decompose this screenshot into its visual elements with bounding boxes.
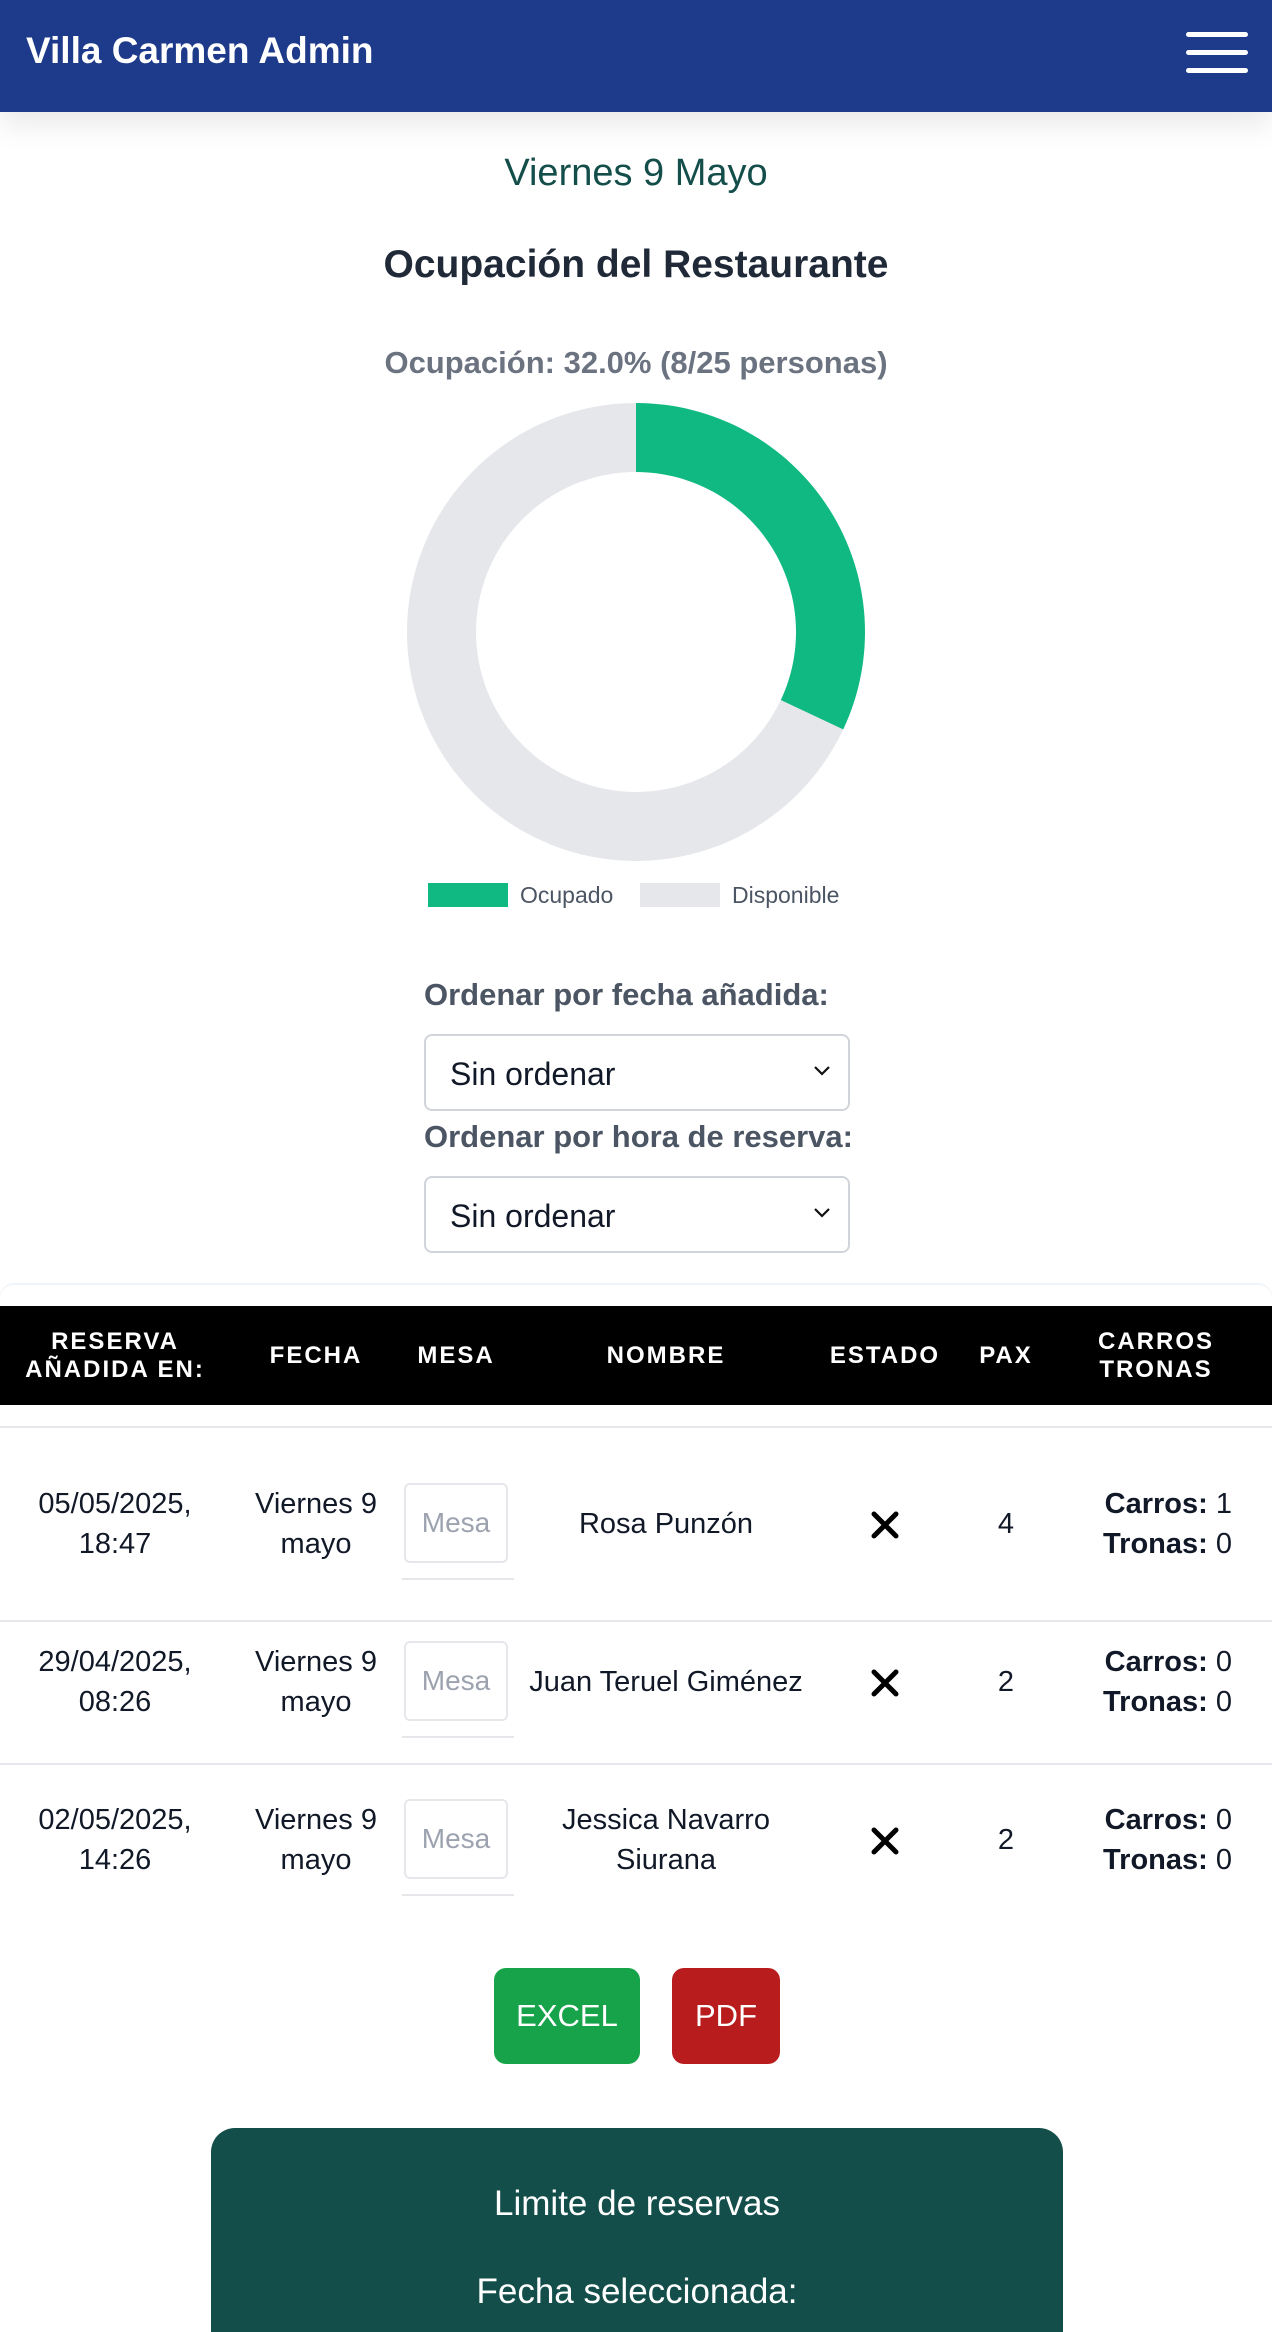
th-pax[interactable]: PAX — [948, 1306, 1064, 1405]
cell-added: 29/04/2025, 08:26 — [38, 1646, 192, 1718]
sort-added-label: Ordenar por fecha añadida: — [424, 977, 829, 1012]
date-heading: Viernes 9 Mayo — [504, 152, 768, 194]
x-icon[interactable] — [869, 1667, 901, 1699]
cell-carros-tronas: Carros: 0 Tronas: 0 — [1103, 1646, 1232, 1718]
cell-fecha: Viernes 9 mayo — [255, 1488, 377, 1560]
mesa-input[interactable]: Mesa — [404, 1483, 508, 1563]
cell-fecha: Viernes 9 mayo — [255, 1646, 377, 1718]
cell-carros-tronas: Carros: 1 Tronas: 0 — [1103, 1488, 1232, 1560]
mesa-underline — [402, 1578, 514, 1580]
legend-label-ocupado: Ocupado — [520, 882, 614, 908]
donut-slice-ocupado[interactable] — [636, 403, 865, 730]
limit-card-subtitle: Fecha seleccionada: — [476, 2272, 798, 2311]
row-divider — [0, 1763, 1272, 1765]
occupancy-donut-chart — [407, 403, 865, 861]
sort-added-value: Sin ordenar — [450, 1056, 616, 1092]
th-carros-tronas[interactable]: CARROS TRONAS — [1064, 1306, 1248, 1405]
th-fecha[interactable]: FECHA — [230, 1306, 402, 1405]
legend-swatch-ocupado — [428, 883, 508, 907]
sort-added-select[interactable]: Sin ordenar — [424, 1034, 850, 1111]
top-navbar: Villa Carmen Admin — [0, 0, 1272, 112]
excel-export-button[interactable]: EXCEL — [494, 1968, 640, 2064]
cell-nombre: Juan Teruel Giménez — [529, 1666, 803, 1698]
cell-pax: 2 — [997, 1824, 1015, 1856]
row-divider — [0, 1426, 1272, 1428]
th-mesa[interactable]: MESA — [402, 1306, 510, 1405]
th-estado[interactable]: ESTADO — [822, 1306, 948, 1405]
chevron-down-icon — [814, 1066, 830, 1076]
cell-nombre: Jessica Navarro Siurana — [562, 1804, 770, 1876]
x-icon[interactable] — [869, 1509, 901, 1541]
table-header: RESERVA AÑADIDA EN: FECHA MESA NOMBRE ES… — [0, 1306, 1272, 1405]
cell-pax: 2 — [997, 1666, 1015, 1698]
legend-swatch-disponible — [640, 883, 720, 907]
legend-label-disponible: Disponible — [732, 882, 840, 908]
reservation-limit-card: Limite de reservas Fecha seleccionada: — [211, 2128, 1063, 2332]
occupancy-label: Ocupación: 32.0% (8/25 personas) — [384, 345, 888, 380]
sort-time-value: Sin ordenar — [450, 1198, 616, 1234]
mesa-underline — [402, 1736, 514, 1738]
cell-carros-tronas: Carros: 0 Tronas: 0 — [1103, 1804, 1232, 1876]
mesa-input[interactable]: Mesa — [404, 1799, 508, 1879]
cell-pax: 4 — [997, 1508, 1015, 1540]
section-title: Ocupación del Restaurante — [383, 243, 889, 286]
sort-time-select[interactable]: Sin ordenar — [424, 1176, 850, 1253]
limit-card-title: Limite de reservas — [494, 2184, 780, 2223]
pdf-export-button[interactable]: PDF — [672, 1968, 780, 2064]
cell-fecha: Viernes 9 mayo — [255, 1804, 377, 1876]
cell-nombre: Rosa Punzón — [578, 1508, 754, 1540]
app-title[interactable]: Villa Carmen Admin — [26, 30, 374, 72]
cell-added: 05/05/2025, 18:47 — [38, 1488, 192, 1560]
mesa-input[interactable]: Mesa — [404, 1641, 508, 1721]
cell-added: 02/05/2025, 14:26 — [38, 1804, 192, 1876]
th-added[interactable]: RESERVA AÑADIDA EN: — [0, 1306, 230, 1405]
sort-time-label: Ordenar por hora de reserva: — [424, 1119, 853, 1154]
x-icon[interactable] — [869, 1825, 901, 1857]
chevron-down-icon — [814, 1208, 830, 1218]
mesa-underline — [402, 1894, 514, 1896]
row-divider — [0, 1620, 1272, 1622]
hamburger-icon[interactable] — [1186, 32, 1248, 74]
th-nombre[interactable]: NOMBRE — [510, 1306, 822, 1405]
